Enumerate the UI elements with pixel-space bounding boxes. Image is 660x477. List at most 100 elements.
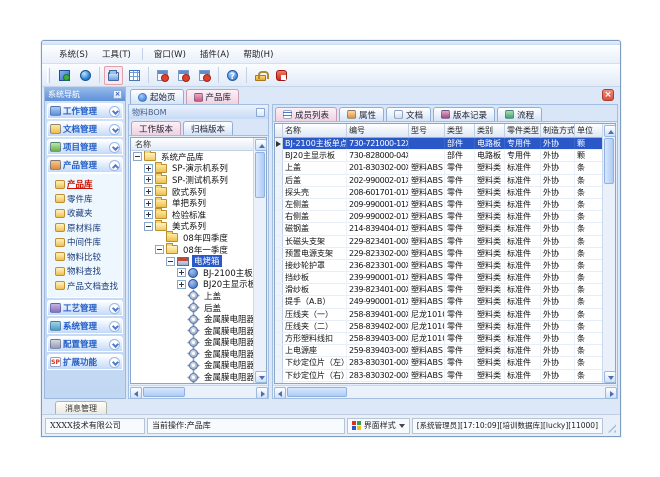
- close-tab-button[interactable]: ×: [602, 89, 614, 101]
- toolbar-grip[interactable]: [47, 68, 50, 83]
- scroll-right-icon[interactable]: [256, 387, 268, 399]
- tab-version-history[interactable]: 版本记录: [433, 107, 495, 121]
- tree-node[interactable]: 金属膜电阻器: [131, 371, 253, 383]
- table-row[interactable]: 方形塑料线扣258-839403-00X尼龙1010零件塑料类标准件外协条: [275, 333, 602, 345]
- tab-start-page[interactable]: 起始页: [130, 89, 184, 104]
- expander-minus-icon[interactable]: [144, 222, 153, 231]
- menu-system[interactable]: 系统(S): [52, 46, 95, 62]
- table-row[interactable]: 预置电源支架229-823302-00X塑料ABS零件塑料类标准件外协条: [275, 248, 602, 260]
- expander-minus-icon[interactable]: [155, 245, 164, 254]
- table-row[interactable]: 下纱定位片（右）283-830302-00X塑料ABS零件塑料类标准件外协条: [275, 370, 602, 382]
- tree-node[interactable]: 后盖: [131, 302, 253, 314]
- tree-node[interactable]: 金属膜电阻器: [131, 325, 253, 337]
- nav-group-system[interactable]: 系统管理: [47, 318, 123, 334]
- scroll-down-icon[interactable]: [255, 371, 267, 383]
- nav-group-configuration[interactable]: 配置管理: [47, 336, 123, 352]
- table-row[interactable]: BJ-2100主板单点730-721000-12X部件电路板专用件外协颗: [275, 138, 602, 150]
- folder-window-icon[interactable]: [104, 66, 123, 85]
- scrollbar-thumb[interactable]: [143, 387, 185, 397]
- tree-vertical-scrollbar[interactable]: [253, 138, 266, 383]
- scrollbar-thumb[interactable]: [287, 387, 347, 397]
- message-tab[interactable]: 消息管理: [55, 401, 107, 414]
- table-row[interactable]: 探头壳208-601701-01X塑料ABS零件塑料类标准件外协条: [275, 187, 602, 199]
- tree-node[interactable]: 检验标准: [131, 209, 253, 221]
- table-row[interactable]: 压纱片（四）283-830303-00X塑料ABS零件塑料类标准件外协条: [275, 382, 602, 383]
- table-row[interactable]: 上电源座259-839403-00X塑料ABS零件塑料类标准件外协条: [275, 345, 602, 357]
- tree-column-header[interactable]: 名称: [131, 138, 253, 151]
- scroll-left-icon[interactable]: [274, 387, 286, 399]
- tab-working-version[interactable]: 工作版本: [131, 121, 181, 135]
- tab-documents[interactable]: 文档: [386, 107, 431, 121]
- column-header[interactable]: 零件类型: [505, 124, 541, 138]
- scroll-down-icon[interactable]: [604, 371, 616, 383]
- tree-node[interactable]: 上盖: [131, 290, 253, 302]
- sidebar-close-icon[interactable]: ×: [113, 90, 122, 99]
- chevron-down-icon[interactable]: [109, 321, 120, 332]
- lock-icon[interactable]: [251, 66, 270, 85]
- expander-plus-icon[interactable]: [144, 175, 153, 184]
- chevron-up-icon[interactable]: [109, 160, 120, 171]
- tree-node[interactable]: 单把系列: [131, 197, 253, 209]
- column-header[interactable]: 名称: [283, 124, 347, 138]
- expander-plus-icon[interactable]: [144, 164, 153, 173]
- table-row[interactable]: 压线夹（二）258-839402-00X尼龙1010零件塑料类标准件外协条: [275, 321, 602, 333]
- table-row[interactable]: 上盖201-830302-00X塑料ABS零件塑料类标准件外协条: [275, 162, 602, 174]
- column-header[interactable]: 类型: [445, 124, 475, 138]
- menu-help[interactable]: 帮助(H): [236, 46, 280, 62]
- scroll-up-icon[interactable]: [255, 139, 267, 151]
- table-row[interactable]: 长磁头支架229-823401-00X塑料ABS零件塑料类标准件外协条: [275, 236, 602, 248]
- message-window-icon[interactable]: [153, 66, 172, 85]
- column-header[interactable]: 制造方式: [541, 124, 575, 138]
- menu-plugins[interactable]: 插件(A): [193, 46, 236, 62]
- table-row[interactable]: 压线夹（一）258-839401-00X尼龙1010零件塑料类标准件外协条: [275, 309, 602, 321]
- tab-product-library[interactable]: 产品库: [186, 89, 240, 104]
- scrollbar-thumb[interactable]: [255, 152, 265, 198]
- nav-group-work[interactable]: 工作管理: [47, 103, 123, 119]
- scroll-left-icon[interactable]: [130, 387, 142, 399]
- help-icon[interactable]: [223, 66, 242, 85]
- tree-node[interactable]: 08年一季度: [131, 244, 253, 256]
- table-row[interactable]: 下纱定位片（左）283-830301-00X塑料ABS零件塑料类标准件外协条: [275, 357, 602, 369]
- table-row[interactable]: 滑纱板239-823401-00X塑料ABS零件塑料类标准件外协条: [275, 284, 602, 296]
- nav-item-favorites[interactable]: 收藏夹: [48, 206, 122, 221]
- table-row[interactable]: 挡纱板239-990001-01X塑料ABS零件塑料类标准件外协条: [275, 272, 602, 284]
- nav-item-intermediate-library[interactable]: 中间件库: [48, 235, 122, 250]
- desktop-icon[interactable]: [55, 66, 74, 85]
- expander-plus-icon[interactable]: [177, 280, 186, 289]
- ui-style-selector[interactable]: 界面样式: [347, 418, 410, 434]
- message-window-icon[interactable]: [174, 66, 193, 85]
- tree-node[interactable]: 金属膜电阻器: [131, 313, 253, 325]
- tree-node[interactable]: 系统产品库: [131, 151, 253, 163]
- column-header[interactable]: 单位: [575, 124, 602, 138]
- tab-properties[interactable]: 属性: [339, 107, 384, 121]
- resize-grip[interactable]: [605, 418, 617, 434]
- browser-icon[interactable]: [76, 66, 95, 85]
- tree-node[interactable]: 08年四季度: [131, 232, 253, 244]
- chevron-down-icon[interactable]: [109, 142, 120, 153]
- expander-plus-icon[interactable]: [177, 268, 186, 277]
- table-row[interactable]: 接纱轮护罩236-823301-00X塑料ABS零件塑料类标准件外协条: [275, 260, 602, 272]
- menu-window[interactable]: 窗口(W): [147, 46, 193, 62]
- tree-node[interactable]: 金属膜电阻器: [131, 348, 253, 360]
- tree-horizontal-scrollbar[interactable]: [129, 385, 268, 398]
- column-header[interactable]: 类别: [475, 124, 505, 138]
- nav-item-raw-material-library[interactable]: 原材料库: [48, 221, 122, 236]
- chevron-down-icon[interactable]: [109, 357, 120, 368]
- expander-minus-icon[interactable]: [166, 257, 175, 266]
- tab-archived-version[interactable]: 归档版本: [183, 121, 233, 135]
- scroll-right-icon[interactable]: [605, 387, 617, 399]
- nav-group-extension[interactable]: 扩展功能: [47, 354, 123, 370]
- table-row[interactable]: 提手（A.B）249-990001-01X塑料ABS零件塑料类标准件外协条: [275, 296, 602, 308]
- datasheet-icon[interactable]: [125, 66, 144, 85]
- tree-node[interactable]: 欧式系列: [131, 186, 253, 198]
- table-row[interactable]: 磁钢盖214-839404-01X塑料ABS零件塑料类标准件外协条: [275, 223, 602, 235]
- table-row[interactable]: 右侧盖209-990002-01X塑料ABS零件塑料类标准件外协条: [275, 211, 602, 223]
- tree-node[interactable]: BJ20主显示板: [131, 279, 253, 291]
- nav-group-process[interactable]: 工艺管理: [47, 300, 123, 316]
- scrollbar-thumb[interactable]: [604, 138, 614, 184]
- nav-group-project[interactable]: 项目管理: [47, 139, 123, 155]
- nav-item-product-library[interactable]: 产品库: [48, 177, 122, 192]
- column-header[interactable]: 型号: [409, 124, 445, 138]
- table-row[interactable]: 后盖202-990002-01X塑料ABS零件塑料类标准件外协条: [275, 175, 602, 187]
- nav-item-material-search[interactable]: 物料查找: [48, 264, 122, 279]
